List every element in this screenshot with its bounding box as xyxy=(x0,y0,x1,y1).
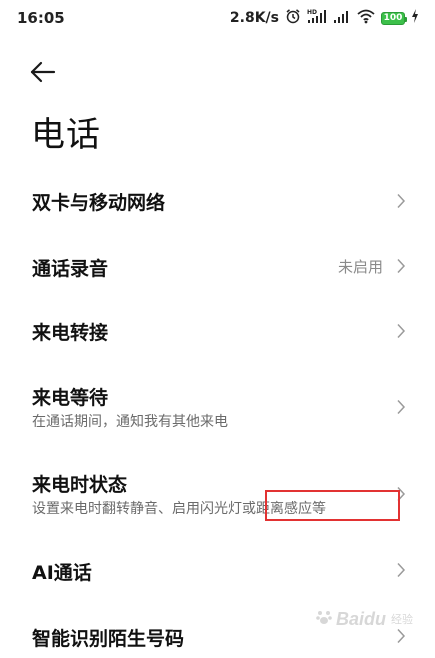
hd-signal-icon: HD xyxy=(307,8,327,28)
battery-icon: 100 xyxy=(381,11,407,25)
charging-icon xyxy=(411,8,419,28)
network-speed: 2.8K/s xyxy=(229,10,279,26)
svg-text:HD: HD xyxy=(307,9,317,16)
setting-subtitle: 设置来电时翻转静音、启用闪光灯或距离感应等 xyxy=(32,501,326,517)
watermark-brand: Baidu xyxy=(335,608,386,629)
chevron-right-icon xyxy=(396,562,406,578)
chevron-right-icon xyxy=(396,323,406,339)
status-bar: 16:05 2.8K/s HD 100 xyxy=(0,0,435,40)
setting-title: 智能识别陌生号码 xyxy=(32,628,185,650)
back-button[interactable] xyxy=(28,58,64,86)
status-icons: 2.8K/s HD 100 xyxy=(230,8,419,28)
setting-subtitle: 在通话期间，通知我有其他来电 xyxy=(32,414,228,430)
signal-icon xyxy=(333,8,351,28)
setting-title: 来电时状态 xyxy=(32,474,128,496)
setting-call-forwarding[interactable]: 来电转接 xyxy=(0,298,435,362)
setting-incoming-call-status[interactable]: 来电时状态 设置来电时翻转静音、启用闪光灯或距离感应等 xyxy=(0,446,435,534)
paw-logo-icon xyxy=(315,608,333,630)
setting-title: 来电等待 xyxy=(32,387,109,409)
setting-title: AI通话 xyxy=(32,562,92,584)
setting-value: 未启用 xyxy=(337,258,383,276)
chevron-right-icon xyxy=(396,486,406,502)
page-title: 电话 xyxy=(31,115,101,155)
battery-level: 100 xyxy=(383,13,403,23)
setting-call-waiting[interactable]: 来电等待 在通话期间，通知我有其他来电 xyxy=(0,362,435,446)
chevron-right-icon xyxy=(396,399,406,415)
baidu-watermark: Baidu 经验 xyxy=(315,608,413,630)
setting-call-recording[interactable]: 通话录音 未启用 xyxy=(0,232,435,298)
chevron-right-icon xyxy=(396,258,406,274)
wifi-icon xyxy=(357,8,375,28)
watermark-sub: 经验 xyxy=(391,613,413,626)
setting-dual-sim-network[interactable]: 双卡与移动网络 xyxy=(0,168,435,232)
chevron-right-icon xyxy=(396,193,406,209)
setting-title: 来电转接 xyxy=(32,322,109,344)
setting-title: 通话录音 xyxy=(32,258,109,280)
status-time: 16:05 xyxy=(17,9,65,27)
back-arrow-icon xyxy=(28,61,58,90)
chevron-right-icon xyxy=(396,628,406,644)
setting-ai-call[interactable]: AI通话 xyxy=(0,534,435,600)
setting-title: 双卡与移动网络 xyxy=(32,192,166,214)
alarm-icon xyxy=(285,8,301,28)
